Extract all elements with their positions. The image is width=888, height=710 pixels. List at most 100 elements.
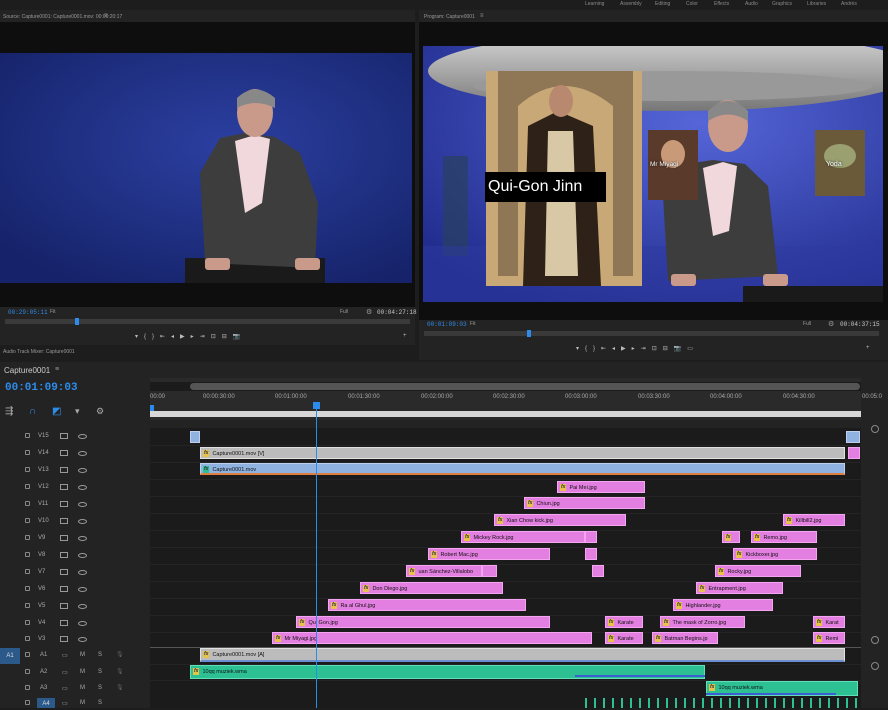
eye-icon[interactable]: [78, 553, 87, 558]
clip-v5a[interactable]: fx Ra al Ghul.jpg: [328, 599, 526, 611]
clip-v4d[interactable]: fx Karat: [813, 616, 845, 628]
clip-v3a[interactable]: fx Mr Miyagi.jpg: [272, 632, 592, 644]
eye-icon[interactable]: [78, 451, 87, 456]
track-header-a4[interactable]: A4 ▭ M S: [0, 698, 150, 708]
sync-lock-icon[interactable]: ▭: [62, 652, 68, 659]
sync-lock-icon[interactable]: [60, 569, 68, 575]
linked-selection-icon[interactable]: ◩: [52, 406, 61, 417]
clip-v3c[interactable]: fx Batman Begins.jp: [652, 632, 718, 644]
sync-lock-icon[interactable]: [60, 586, 68, 592]
lock-icon[interactable]: [25, 450, 30, 455]
sync-lock-icon[interactable]: [60, 636, 68, 642]
lock-icon[interactable]: [25, 685, 30, 690]
lock-icon[interactable]: [25, 700, 30, 705]
eye-icon[interactable]: [78, 468, 87, 473]
track-header-a2[interactable]: A2 ▭ M S 🎙: [0, 665, 150, 682]
audio-mixer-tab[interactable]: Audio Track Mixer: Capture0001: [3, 349, 75, 355]
source-transport-controls[interactable]: ▾{}⇤◂▶▸⇥⊡⊟📷: [135, 333, 246, 340]
clip-v8b[interactable]: fx Kickboxer.jpg: [733, 548, 817, 560]
clip-v4a[interactable]: fx Qui Gon.jpg: [296, 616, 550, 628]
clip-v14-end[interactable]: [848, 447, 860, 459]
eye-icon[interactable]: [78, 621, 87, 626]
mic-icon[interactable]: 🎙: [116, 651, 124, 658]
source-quality-select[interactable]: Full: [340, 309, 348, 315]
track-header-v13[interactable]: V13: [0, 463, 150, 480]
eye-icon[interactable]: [78, 485, 87, 490]
clip-v4c[interactable]: fx The mask of Zorro.jpg: [660, 616, 745, 628]
program-add-button[interactable]: +: [866, 345, 870, 351]
clip-v6a[interactable]: fx Don Diego.jpg: [360, 582, 503, 594]
source-fit-select[interactable]: Fit: [50, 309, 56, 315]
eye-icon[interactable]: [78, 637, 87, 642]
clip-v7-small[interactable]: [482, 565, 497, 577]
lock-icon[interactable]: [25, 501, 30, 506]
workspace-assembly[interactable]: Assembly: [620, 1, 642, 7]
solo-button[interactable]: S: [98, 652, 102, 658]
workspace-andres[interactable]: Andrés: [841, 1, 857, 7]
clip-v7a[interactable]: fx uan Sánchez-Villalobo: [406, 565, 482, 577]
program-timecode[interactable]: 00:01:09:03: [427, 321, 467, 328]
track-header-v14[interactable]: V14: [0, 446, 150, 463]
clip-v15-start[interactable]: [190, 431, 200, 443]
program-scrub-bar[interactable]: [424, 331, 879, 336]
source-playhead[interactable]: [75, 318, 79, 325]
clip-v12[interactable]: fx Pai Mei.jpg: [557, 481, 645, 493]
scroll-circle-icon[interactable]: [871, 636, 879, 644]
lock-icon[interactable]: [25, 586, 30, 591]
eye-icon[interactable]: [78, 502, 87, 507]
panel-menu-icon[interactable]: ≡: [480, 13, 484, 19]
workspace-effects[interactable]: Effects: [714, 1, 729, 7]
mute-button[interactable]: M: [80, 652, 85, 658]
program-monitor-tab[interactable]: Program: Capture0001: [424, 14, 475, 20]
track-header-v11[interactable]: V11: [0, 497, 150, 514]
lock-icon[interactable]: [25, 552, 30, 557]
lock-icon[interactable]: [25, 518, 30, 523]
lock-icon[interactable]: [25, 636, 30, 641]
clip-a1-capture[interactable]: fx Capture0001.mov [A]: [200, 648, 845, 662]
timeline-playhead-line[interactable]: [316, 402, 317, 708]
mute-button[interactable]: M: [80, 669, 85, 675]
source-add-button[interactable]: +: [403, 333, 407, 339]
scroll-circle-icon[interactable]: [871, 425, 879, 433]
clip-v7-small2[interactable]: [592, 565, 604, 577]
eye-icon[interactable]: [78, 604, 87, 609]
track-header-v4[interactable]: V4: [0, 616, 150, 633]
track-header-v7[interactable]: V7: [0, 565, 150, 582]
track-header-v12[interactable]: V12: [0, 480, 150, 497]
workspace-graphics[interactable]: Graphics: [772, 1, 792, 7]
lock-icon[interactable]: [25, 433, 30, 438]
eye-icon[interactable]: [78, 536, 87, 541]
lock-icon[interactable]: [25, 652, 30, 657]
sync-lock-icon[interactable]: [60, 535, 68, 541]
workspace-color[interactable]: Color: [686, 1, 698, 7]
workspace-learning[interactable]: Learning: [585, 1, 604, 7]
source-timecode[interactable]: 00:29:05:11: [8, 309, 48, 316]
insert-tool-icon[interactable]: ⇶: [5, 406, 13, 417]
clip-v6b[interactable]: fx Entrapment.jpg: [696, 582, 783, 594]
snap-icon[interactable]: ∩: [29, 406, 36, 417]
clip-v3b[interactable]: fx Karate: [605, 632, 643, 644]
clip-v10b[interactable]: fx Killbill2.jpg: [783, 514, 845, 526]
eye-icon[interactable]: [78, 519, 87, 524]
source-patch-a1[interactable]: A1: [0, 648, 20, 664]
in-marker[interactable]: [150, 405, 154, 411]
wrench-icon[interactable]: ⚙: [366, 308, 372, 316]
track-header-v8[interactable]: V8: [0, 548, 150, 565]
program-playhead[interactable]: [527, 330, 531, 337]
clip-v5b[interactable]: fx Highlander.jpg: [673, 599, 773, 611]
eye-icon[interactable]: [78, 587, 87, 592]
sync-lock-icon[interactable]: [60, 433, 68, 439]
lock-icon[interactable]: [25, 669, 30, 674]
work-area-bar[interactable]: [150, 411, 861, 417]
track-header-v10[interactable]: V10: [0, 514, 150, 531]
timeline-timecode[interactable]: 00:01:09:03: [5, 382, 78, 394]
program-quality-select[interactable]: Full: [803, 321, 811, 327]
track-header-v5[interactable]: V5: [0, 599, 150, 616]
eye-icon[interactable]: [78, 570, 87, 575]
track-header-a3[interactable]: A3 ▭ M S 🎙: [0, 681, 150, 698]
program-fit-select[interactable]: Fit: [470, 321, 476, 327]
zoom-scrollbar-thumb[interactable]: [190, 383, 860, 390]
lock-icon[interactable]: [25, 620, 30, 625]
source-patch-a4[interactable]: A4: [37, 698, 55, 708]
clip-v4b[interactable]: fx Karate: [605, 616, 643, 628]
